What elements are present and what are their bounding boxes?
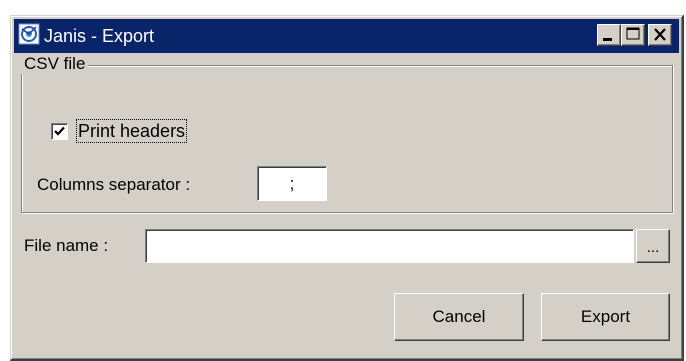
print-headers-label[interactable]: Print headers [75,119,188,143]
export-button[interactable]: Export [541,293,670,341]
columns-separator-input[interactable] [257,166,327,201]
export-dialog: Janis - Export CSV file Print headers Co… [10,15,684,361]
title-bar[interactable]: Janis - Export [14,19,679,53]
csv-file-group-label: CSV file [21,54,89,74]
close-button[interactable] [648,24,672,46]
maximize-button[interactable] [621,24,645,46]
checkmark-icon [54,126,65,136]
maximize-icon [626,27,640,40]
window-title: Janis - Export [44,26,155,46]
file-name-input[interactable] [145,229,634,263]
janis-app-icon [18,23,40,45]
close-icon [654,28,666,41]
file-name-label: File name : [24,236,109,255]
print-headers-checkbox[interactable] [51,123,68,140]
columns-separator-label: Columns separator : [37,175,191,194]
minimize-icon [603,38,612,41]
browse-button[interactable]: ... [636,229,670,263]
cancel-button[interactable]: Cancel [394,293,524,341]
minimize-button[interactable] [597,24,621,46]
